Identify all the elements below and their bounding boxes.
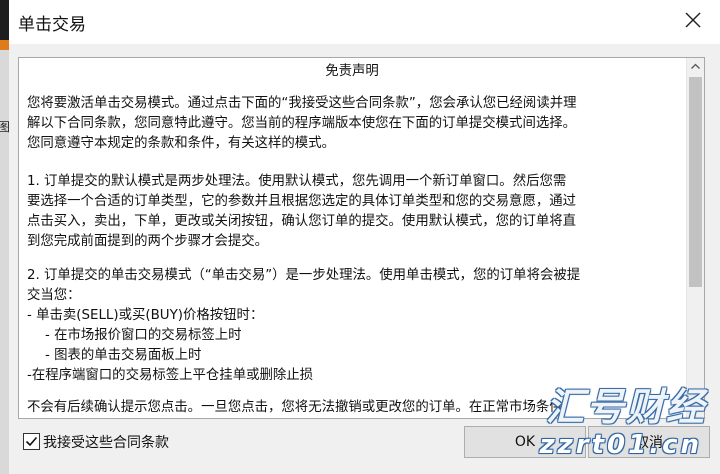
text-line: - 在市场报价窗口的交易标签上时 bbox=[45, 328, 242, 343]
text-line: 解以下合同条款，您同意特此遵守。您当前的程序端版本使您在下面的订单提交模式间选择… bbox=[27, 116, 577, 131]
disclaimer-paragraph-1: 您将要激活单击交易模式。通过点击下面的“我接受这些合同条款”，您会承认您已经阅读… bbox=[27, 94, 677, 154]
background-window-edge: 图 bbox=[0, 0, 10, 474]
disclaimer-paragraph-3: 2. 订单提交的单击交易模式（“单击交易”）是一步处理法。使用单击模式，您的订单… bbox=[27, 266, 677, 386]
checkmark-icon bbox=[25, 436, 38, 447]
close-icon bbox=[685, 12, 701, 28]
background-accent bbox=[0, 40, 9, 50]
dialog-titlebar: 单击交易 bbox=[9, 0, 720, 44]
text-line: 您将要激活单击交易模式。通过点击下面的“我接受这些合同条款”，您会承认您已经阅读… bbox=[27, 96, 577, 111]
text-line: 交当您： bbox=[27, 288, 81, 303]
disclaimer-paragraph-2: 1. 订单提交的默认模式是两步处理法。使用默认模式，您先调用一个新订单窗口。然后… bbox=[27, 172, 677, 252]
dialog-title: 单击交易 bbox=[18, 15, 86, 35]
text-line: 不会有后续确认提示您点击。一旦您点击，您将无法撤销或更改您的订单。在正常市场条件 bbox=[27, 400, 563, 415]
text-line: 您同意遵守本规定的条款和条件，有关这样的模式。 bbox=[27, 136, 335, 151]
ok-button[interactable]: OK bbox=[464, 426, 586, 458]
background-panel bbox=[0, 50, 9, 474]
close-button[interactable] bbox=[680, 7, 706, 33]
disclaimer-textbox[interactable]: 免责声明 您将要激活单击交易模式。通过点击下面的“我接受这些合同条款”，您会承认… bbox=[18, 57, 705, 419]
disclaimer-heading: 免责声明 bbox=[325, 64, 379, 79]
one-click-trading-dialog: 单击交易 免责声明 您将要激活单击交易模式。通过点击下面的“我接受这些合同条款”… bbox=[9, 0, 720, 474]
scroll-up-button[interactable] bbox=[687, 58, 704, 75]
text-line: - 单击卖(SELL)或买(BUY)价格按钮时： bbox=[27, 308, 264, 323]
text-line: 到您完成前面提到的两个步骤才会提交。 bbox=[27, 234, 269, 249]
scrollbar-thumb[interactable] bbox=[689, 77, 702, 287]
chevron-up-icon bbox=[691, 63, 700, 69]
cancel-button[interactable]: 取消 bbox=[588, 426, 710, 458]
text-line: -在程序端窗口的交易标签上平仓挂单或删除止损 bbox=[27, 368, 314, 383]
background-titlebar bbox=[0, 0, 9, 40]
text-line: 点击买入，卖出，下单，更改或关闭按钮，确认您订单的提交。使用默认模式，您的订单将… bbox=[27, 214, 577, 229]
text-line: 2. 订单提交的单击交易模式（“单击交易”）是一步处理法。使用单击模式，您的订单… bbox=[27, 268, 581, 283]
text-line: - 图表的单击交易面板上时 bbox=[45, 348, 202, 363]
accept-terms-checkbox[interactable] bbox=[23, 433, 40, 450]
accept-terms-label: 我接受这些合同条款 bbox=[43, 435, 169, 451]
text-line: 1. 订单提交的默认模式是两步处理法。使用默认模式，您先调用一个新订单窗口。然后… bbox=[27, 174, 567, 189]
disclaimer-paragraph-4: 不会有后续确认提示您点击。一旦您点击，您将无法撤销或更改您的订单。在正常市场条件 bbox=[27, 398, 677, 418]
vertical-scrollbar[interactable] bbox=[686, 58, 704, 418]
text-line: 要选择一个合适的订单类型，它的参数并且根据您选定的具体订单类型和您的交易意愿，通… bbox=[27, 194, 577, 209]
